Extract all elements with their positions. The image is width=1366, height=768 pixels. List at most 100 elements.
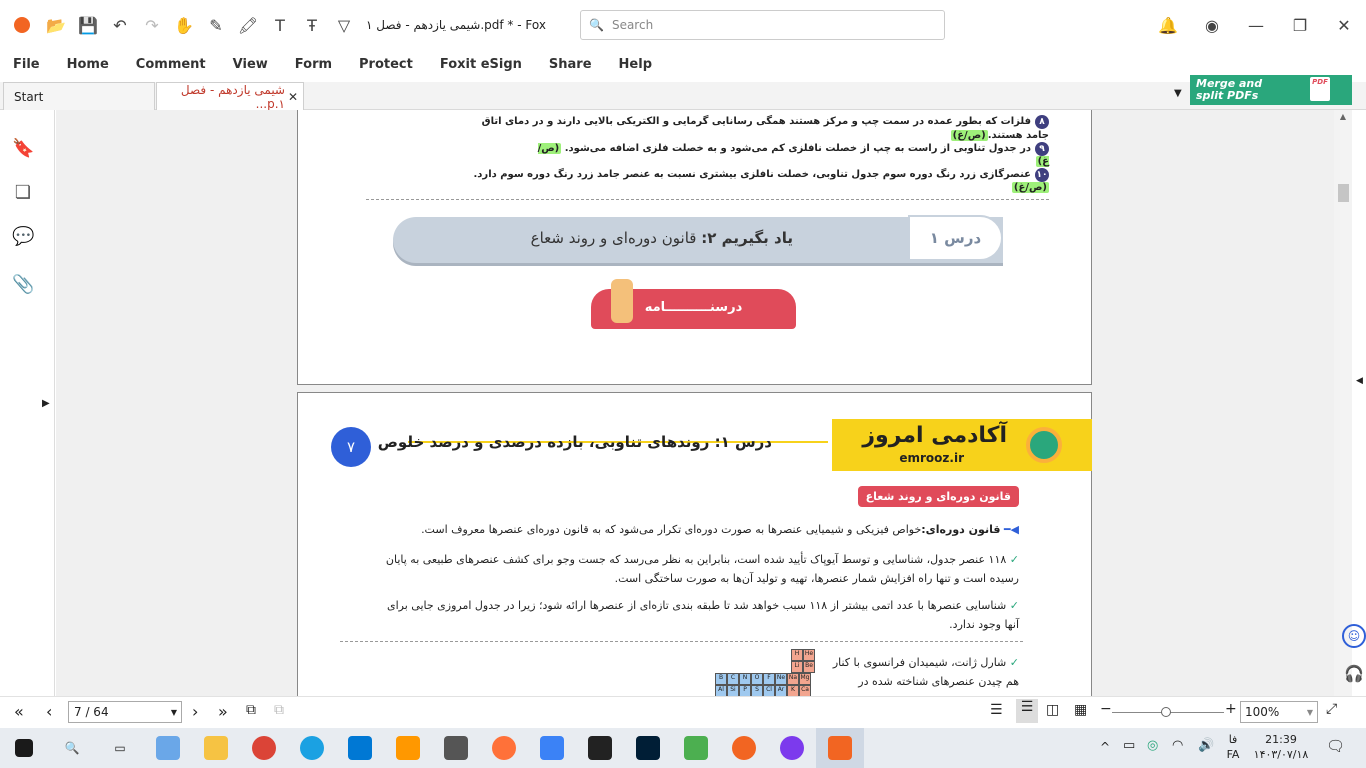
search-taskbar-icon[interactable]: 🔍: [48, 728, 96, 768]
assistant-icon[interactable]: ☺: [1342, 624, 1366, 648]
continuous-page-icon[interactable]: ☰: [1016, 699, 1038, 723]
photoshop-icon[interactable]: [624, 728, 672, 768]
zoom-slider-thumb[interactable]: [1161, 707, 1171, 717]
rotate-view-icon[interactable]: ⧉: [246, 702, 256, 718]
edge-icon[interactable]: [288, 728, 336, 768]
windows-start-icon[interactable]: [0, 728, 48, 768]
close-button[interactable]: ✕: [1322, 9, 1366, 41]
chrome-icon[interactable]: [240, 728, 288, 768]
text-edit-icon[interactable]: Ŧ: [296, 9, 328, 41]
battery-icon[interactable]: ▭: [1123, 738, 1135, 753]
text-tool-icon[interactable]: T: [264, 9, 296, 41]
zoom-level-input[interactable]: 100% ▼: [1240, 701, 1318, 723]
open-icon[interactable]: 📂: [40, 9, 72, 41]
terminal-icon[interactable]: [576, 728, 624, 768]
next-page-icon[interactable]: ›: [192, 702, 198, 721]
element-cell: K: [787, 685, 799, 696]
single-page-icon[interactable]: ☰: [990, 702, 1003, 718]
element-cell: Be: [803, 661, 815, 673]
expand-panel-icon[interactable]: ▶: [42, 398, 50, 409]
foxit-logo-icon[interactable]: [14, 17, 30, 33]
comments-icon[interactable]: 💬: [12, 226, 34, 248]
zoom-out-icon[interactable]: −: [1100, 701, 1112, 717]
menu-form[interactable]: Form: [295, 57, 332, 72]
camera-icon[interactable]: [432, 728, 480, 768]
pen-icon[interactable]: ✎: [200, 9, 232, 41]
notification-center-icon[interactable]: 🗨: [1326, 737, 1345, 755]
vscode-icon[interactable]: [336, 728, 384, 768]
clock-time: 21:39: [1265, 733, 1297, 746]
wifi-icon[interactable]: ◠: [1172, 738, 1183, 753]
notification-bell-icon[interactable]: 🔔: [1146, 9, 1190, 41]
collapse-right-panel-icon[interactable]: ◀: [1356, 376, 1363, 386]
logo-text: آکادمی امروز: [862, 423, 1007, 448]
menu-home[interactable]: Home: [67, 57, 109, 72]
tab-document[interactable]: شیمی یازدهم - فصل ۱.p... ✕: [156, 82, 304, 111]
restore-button[interactable]: ❐: [1278, 9, 1322, 41]
page-number-input[interactable]: 7 / 64 ▼: [68, 701, 182, 723]
account-icon[interactable]: ◉: [1190, 9, 1234, 41]
customize-dropdown-icon[interactable]: ▽: [328, 9, 360, 41]
question-item: ۸فلزات که بطور عمده در سمت چپ و مرکز هست…: [479, 115, 1049, 142]
menu-file[interactable]: File: [13, 57, 40, 72]
volume-icon[interactable]: 🔊: [1198, 738, 1214, 753]
last-page-icon[interactable]: »: [218, 702, 228, 721]
zoom-dropdown-icon[interactable]: ▼: [1307, 708, 1313, 717]
previous-page-icon[interactable]: ‹: [46, 702, 52, 721]
tab-list-dropdown-icon[interactable]: ▼: [1174, 88, 1182, 99]
bookmark-icon[interactable]: 🔖: [12, 138, 34, 160]
foxit-pdf-icon[interactable]: [816, 728, 864, 768]
element-cell: F: [763, 673, 775, 685]
highlight-icon[interactable]: 🖍: [232, 9, 264, 41]
computer-icon[interactable]: [144, 728, 192, 768]
menu-foxit-esign[interactable]: Foxit eSign: [440, 57, 522, 72]
facing-page-icon[interactable]: ◫: [1046, 702, 1059, 718]
scroll-thumb[interactable]: [1338, 184, 1349, 202]
menu-protect[interactable]: Protect: [359, 57, 413, 72]
undo-icon[interactable]: ↶: [104, 9, 136, 41]
scroll-up-icon[interactable]: ▲: [1337, 112, 1349, 122]
file-explorer-icon[interactable]: [192, 728, 240, 768]
pdf-page-6: ۸فلزات که بطور عمده در سمت چپ و مرکز هست…: [297, 110, 1092, 385]
pages-icon[interactable]: ❏: [12, 182, 34, 204]
menu-comment[interactable]: Comment: [136, 57, 206, 72]
task-view-icon[interactable]: ▭: [96, 728, 144, 768]
redo-icon[interactable]: ↷: [136, 9, 168, 41]
divider: [366, 199, 1049, 200]
split-view-icon[interactable]: ⧉: [274, 702, 284, 718]
element-cell: Cl: [763, 685, 775, 696]
app-icon[interactable]: [672, 728, 720, 768]
headset-icon[interactable]: 🎧: [1342, 664, 1366, 688]
firefox-icon[interactable]: [480, 728, 528, 768]
page-dropdown-icon[interactable]: ▼: [171, 708, 177, 717]
table-row: Al Si P S Cl Ar K Ca: [715, 685, 811, 696]
paragraph-text: شناسایی عنصرها با عدد اتمی بیشتر از ۱۱۸ …: [387, 599, 1019, 631]
language-indicator[interactable]: فا FA: [1222, 732, 1244, 762]
true-false-answer: (ص/غ): [950, 130, 988, 141]
save-icon[interactable]: 💾: [72, 9, 104, 41]
foxit-editor-icon[interactable]: [720, 728, 768, 768]
attachment-icon[interactable]: 📎: [12, 274, 34, 296]
menu-share[interactable]: Share: [549, 57, 592, 72]
first-page-icon[interactable]: «: [14, 702, 24, 721]
zoom-in-icon[interactable]: +: [1225, 701, 1237, 717]
tab-close-icon[interactable]: ✕: [288, 90, 298, 104]
clock[interactable]: 21:39 ۱۴۰۳/۰۷/۱۸: [1250, 732, 1312, 762]
document-viewport[interactable]: ۸فلزات که بطور عمده در سمت چپ و مرکز هست…: [56, 110, 1334, 696]
security-icon[interactable]: ◎: [1147, 738, 1158, 753]
menu-view[interactable]: View: [233, 57, 268, 72]
menu-help[interactable]: Help: [619, 57, 652, 72]
minimize-button[interactable]: —: [1234, 9, 1278, 41]
files-icon[interactable]: [528, 728, 576, 768]
sublime-icon[interactable]: [384, 728, 432, 768]
tab-start[interactable]: Start: [3, 82, 155, 110]
fullscreen-icon[interactable]: ⤢: [1326, 701, 1337, 717]
right-rail: ◀: [1352, 110, 1366, 696]
vertical-scrollbar[interactable]: ▲: [1334, 110, 1352, 696]
hand-tool-icon[interactable]: ✋: [168, 9, 200, 41]
game-icon[interactable]: [768, 728, 816, 768]
tray-chevron-icon[interactable]: ^: [1100, 740, 1110, 754]
continuous-facing-icon[interactable]: ▦: [1074, 702, 1087, 718]
merge-split-banner[interactable]: Merge and split PDFs PDF: [1190, 75, 1352, 105]
search-box[interactable]: 🔍 Search: [580, 10, 945, 40]
